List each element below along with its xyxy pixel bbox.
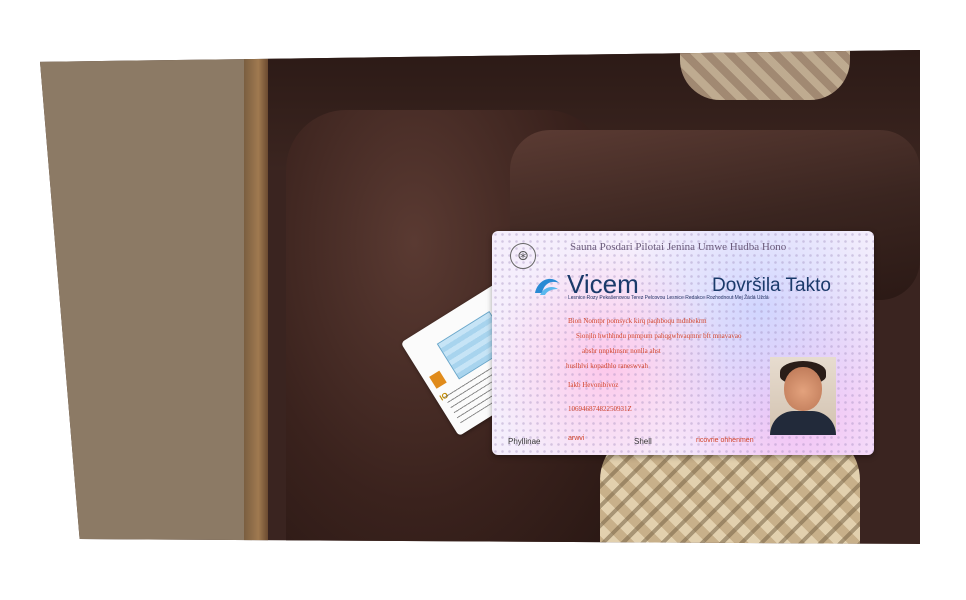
id-chip-icon: [429, 370, 447, 389]
wave-logo-icon: [535, 278, 559, 295]
card-field: huslhlvi kopadhlo raneswvah: [566, 362, 649, 370]
door-frame: [244, 50, 268, 544]
card-field: abshr nnpkhnsnr nonlla ahst: [582, 347, 661, 355]
brand-tagline: Lesnice Rozy Pekašenovou Terez Pelcovou …: [568, 295, 769, 301]
card-header: Sauna Posdari Pilotai Jenina Umwe Hudba …: [570, 241, 787, 253]
pillow-top: [680, 50, 850, 100]
holder-suit: [770, 411, 836, 435]
bottom-left-text: Phyllinae: [508, 437, 541, 446]
card-field: Iakb Hevonibivoz: [568, 381, 619, 389]
card-field: Bion Nomtpr pomsyck kirq paqhboqu mdnbek…: [568, 317, 707, 325]
wall: [40, 50, 252, 544]
bottom-right-text: ricovrie ohhenmen: [696, 437, 754, 444]
brand-subtitle: Dovršila Takto: [712, 275, 831, 296]
card-field: 10694687482250931Z: [568, 405, 632, 413]
holder-photo: [770, 357, 836, 435]
id-card: ⊛ Sauna Posdari Pilotai Jenina Umwe Hudb…: [492, 231, 874, 455]
bottom-mid-text: arwvi: [568, 435, 585, 442]
card-field: Sionjln hwthhndu pnmpum pahqgwhvaqmnr bf…: [576, 332, 742, 340]
star-emblem-icon: ⊛: [510, 243, 536, 269]
holder-face: [784, 367, 822, 411]
bottom-mid2-text: Shell: [634, 437, 652, 446]
